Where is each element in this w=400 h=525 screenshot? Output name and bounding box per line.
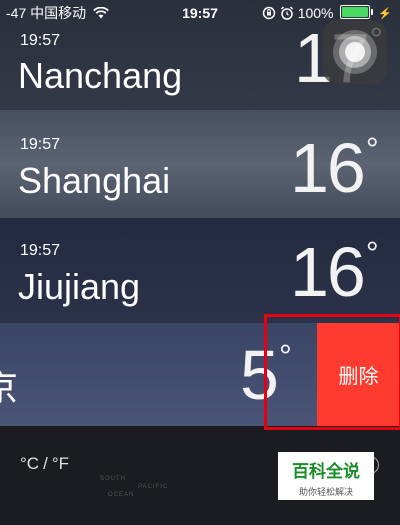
fahrenheit-option[interactable]: °F [52, 454, 69, 473]
status-bar: -47 中国移动 19:57 100% ⚡ [0, 0, 400, 26]
temperature-value: 5 [240, 336, 279, 414]
battery-icon [340, 5, 374, 19]
battery-percent: 100% [297, 5, 334, 21]
watermark: 百科全说 助你轻松解决 [278, 452, 374, 500]
map-label: OCEAN [108, 492, 135, 498]
temperature-value: 16 [290, 129, 366, 207]
city-time: 19:57 [20, 136, 61, 153]
city-row[interactable]: 19:57 Jiujiang 16° [0, 218, 400, 323]
city-time: 19:57 [20, 242, 61, 259]
city-name: Nanchang [18, 55, 183, 96]
battery-fill [342, 7, 369, 17]
footer: SOUTH PACIFIC OCEAN °C / °F 百科全说 助你轻松解决 [0, 426, 400, 525]
city-temperature: 16° [290, 232, 379, 312]
unit-separator: / [43, 454, 48, 473]
city-name: Shanghai [18, 160, 171, 201]
city-row[interactable]: 19:57 Shanghai 16° [0, 110, 400, 218]
celsius-option[interactable]: °C [20, 454, 39, 473]
watermark-subtitle: 助你轻松解决 [298, 487, 353, 497]
city-time: 19:57 [20, 32, 61, 49]
city-temperature: 5° [240, 335, 292, 415]
assistive-touch-ring [345, 42, 365, 62]
alarm-icon [280, 6, 293, 20]
charging-bolt-icon: ⚡ [378, 8, 392, 20]
map-label: SOUTH [100, 476, 126, 482]
map-label: PACIFIC [138, 484, 169, 490]
battery-cap [371, 9, 374, 15]
rotation-lock-icon [262, 6, 276, 20]
degree-symbol: ° [365, 235, 379, 271]
delete-button[interactable]: 删除 [317, 323, 400, 426]
city-name: 京 [0, 367, 19, 408]
status-right: 100% ⚡ [262, 0, 392, 27]
city-name: Jiujiang [18, 266, 141, 307]
city-temperature: 16° [290, 128, 379, 208]
watermark-title: 百科全说 [292, 462, 360, 481]
unit-toggle[interactable]: °C / °F [20, 454, 69, 474]
assistive-touch-button[interactable] [323, 20, 387, 84]
degree-symbol: ° [278, 338, 292, 374]
temperature-value: 16 [290, 233, 366, 311]
degree-symbol: ° [365, 131, 379, 167]
